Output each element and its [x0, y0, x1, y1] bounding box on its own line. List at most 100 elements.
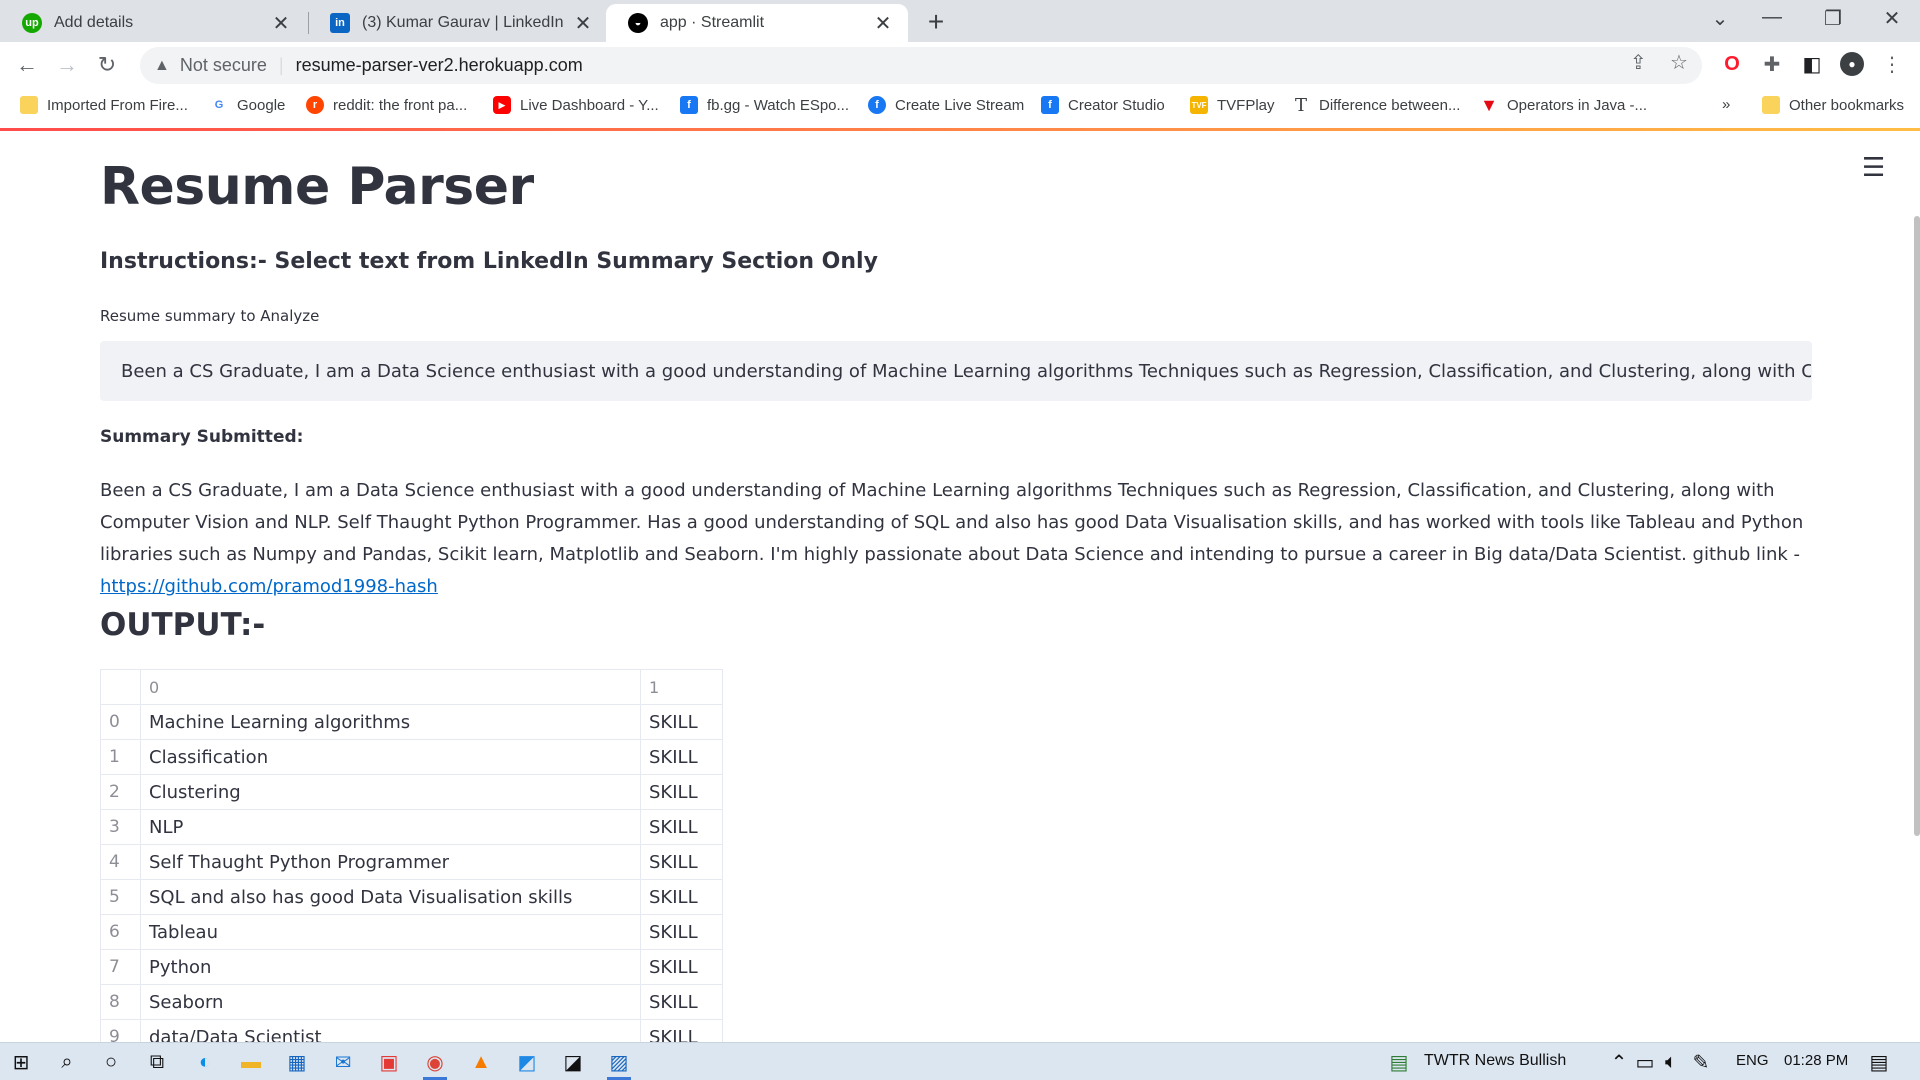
file-explorer-icon[interactable]: ▬ — [238, 1049, 264, 1075]
bookmark-operators-java[interactable]: ▼ Operators in Java -... — [1480, 95, 1647, 115]
reload-button[interactable]: ↻ — [92, 50, 122, 80]
url-text[interactable]: resume-parser-ver2.herokuapp.com — [296, 55, 583, 76]
address-bar[interactable]: ▲ Not secure | resume-parser-ver2.heroku… — [140, 47, 1702, 84]
row-index-cell[interactable]: 5 — [100, 879, 141, 915]
table-row[interactable]: 1 Classification SKILL — [100, 739, 723, 775]
scrollbar[interactable] — [1914, 216, 1920, 836]
github-link[interactable]: https://github.com/pramod1998-hash — [100, 576, 438, 597]
volume-icon[interactable]: 🔈︎ — [1658, 1049, 1684, 1075]
close-icon[interactable]: ✕ — [270, 11, 292, 36]
share-icon[interactable]: ⇪ — [1630, 50, 1647, 75]
row-index-cell[interactable]: 6 — [100, 914, 141, 950]
row-index-cell[interactable]: 1 — [100, 739, 141, 775]
opera-icon[interactable]: O — [1720, 52, 1744, 76]
close-window-button[interactable]: ✕ — [1872, 6, 1912, 31]
entity-cell[interactable]: data/Data Scientist — [140, 1019, 641, 1042]
tab-linkedin[interactable]: in (3) Kumar Gaurav | LinkedIn ✕ — [308, 4, 608, 42]
news-widget[interactable]: TWTR News Bullish — [1424, 1052, 1566, 1070]
chevron-up-icon[interactable]: ⌃ — [1606, 1049, 1632, 1075]
row-index-cell[interactable]: 2 — [100, 774, 141, 810]
entity-cell[interactable]: Clustering — [140, 774, 641, 810]
table-row[interactable]: 7 Python SKILL — [100, 949, 723, 985]
store-icon[interactable]: ▦ — [284, 1049, 310, 1075]
summary-text-input[interactable]: Been a CS Graduate, I am a Data Science … — [100, 341, 1812, 401]
language-indicator[interactable]: ENG — [1736, 1052, 1769, 1069]
cortana-icon[interactable]: ○ — [98, 1049, 124, 1075]
mail-icon[interactable]: ✉ — [330, 1049, 356, 1075]
label-cell[interactable]: SKILL — [640, 879, 723, 915]
notification-icon[interactable]: ▤ — [1866, 1049, 1892, 1075]
sticky-notes-icon[interactable]: ◪ — [560, 1049, 586, 1075]
entity-cell[interactable]: Tableau — [140, 914, 641, 950]
edge-icon[interactable]: ◐ — [192, 1049, 218, 1075]
label-cell[interactable]: SKILL — [640, 984, 723, 1020]
other-bookmarks[interactable]: Other bookmarks — [1762, 96, 1904, 114]
chrome-icon[interactable]: ◉ — [422, 1049, 448, 1080]
row-index-cell[interactable]: 9 — [100, 1019, 141, 1042]
tab-streamlit[interactable]: ◒ app · Streamlit ✕ — [606, 4, 908, 42]
more-bookmarks-button[interactable]: » — [1722, 96, 1730, 113]
label-cell[interactable]: SKILL — [640, 844, 723, 880]
label-cell[interactable]: SKILL — [640, 739, 723, 775]
back-button[interactable]: ← — [12, 50, 42, 80]
entity-cell[interactable]: Python — [140, 949, 641, 985]
entity-cell[interactable]: Self Thaught Python Programmer — [140, 844, 641, 880]
label-cell[interactable]: SKILL — [640, 949, 723, 985]
pen-icon[interactable]: ✎ — [1688, 1049, 1714, 1075]
table-row[interactable]: 4 Self Thaught Python Programmer SKILL — [100, 844, 723, 880]
stock-chart-icon[interactable]: ▤ — [1386, 1049, 1412, 1075]
bookmark-create-live-stream[interactable]: f Create Live Stream — [868, 96, 1024, 114]
clock[interactable]: 01:28 PM — [1784, 1052, 1848, 1069]
row-index-cell[interactable]: 7 — [100, 949, 141, 985]
forward-button[interactable]: → — [52, 50, 82, 80]
label-cell[interactable]: SKILL — [640, 809, 723, 845]
bookmark-fbgg[interactable]: f fb.gg - Watch ESpo... — [680, 96, 849, 114]
close-icon[interactable]: ✕ — [572, 11, 594, 36]
profile-avatar[interactable]: ● — [1840, 52, 1864, 76]
new-tab-button[interactable]: + — [920, 6, 952, 38]
column-header[interactable]: 0 — [140, 669, 641, 705]
row-index-cell[interactable]: 4 — [100, 844, 141, 880]
row-index-cell[interactable]: 3 — [100, 809, 141, 845]
bookmark-imported[interactable]: Imported From Fire... — [20, 96, 188, 114]
extensions-icon[interactable]: ✚ — [1760, 52, 1784, 76]
search-icon[interactable]: ⌕ — [54, 1049, 80, 1075]
bookmark-difference[interactable]: T Difference between... — [1292, 95, 1461, 116]
entity-cell[interactable]: NLP — [140, 809, 641, 845]
table-row[interactable]: 9 data/Data Scientist SKILL — [100, 1019, 723, 1042]
office-icon[interactable]: ▣ — [376, 1049, 402, 1075]
security-status[interactable]: Not secure — [180, 55, 267, 76]
bookmark-reddit[interactable]: r reddit: the front pa... — [306, 96, 467, 114]
table-row[interactable]: 0 Machine Learning algorithms SKILL — [100, 704, 723, 740]
side-panel-icon[interactable]: ◧ — [1800, 52, 1824, 76]
table-row[interactable]: 6 Tableau SKILL — [100, 914, 723, 950]
bookmark-tvfplay[interactable]: TVF TVFPlay — [1190, 96, 1275, 114]
output-dataframe[interactable]: 0 1 0 Machine Learning algorithms SKILL 1 Cl… — [100, 669, 723, 1042]
bookmark-creator-studio[interactable]: f Creator Studio — [1041, 96, 1165, 114]
tab-add-details[interactable]: up Add details ✕ — [0, 4, 306, 42]
table-row[interactable]: 5 SQL and also has good Data Visualisatio… — [100, 879, 723, 915]
close-icon[interactable]: ✕ — [872, 11, 894, 36]
label-cell[interactable]: SKILL — [640, 1019, 723, 1042]
entity-cell[interactable]: Classification — [140, 739, 641, 775]
label-cell[interactable]: SKILL — [640, 914, 723, 950]
bookmark-star-icon[interactable]: ☆ — [1670, 50, 1688, 75]
label-cell[interactable]: SKILL — [640, 704, 723, 740]
column-header[interactable]: 1 — [640, 669, 723, 705]
entity-cell[interactable]: Seaborn — [140, 984, 641, 1020]
restore-button[interactable]: ❐ — [1813, 6, 1853, 31]
tab-search-icon[interactable]: ⌄ — [1700, 6, 1740, 31]
task-view-icon[interactable]: ⧉ — [144, 1049, 170, 1075]
hamburger-menu-icon[interactable]: ☰ — [1862, 153, 1886, 183]
table-row[interactable]: 8 Seaborn SKILL — [100, 984, 723, 1020]
vlc-icon[interactable]: ▲ — [468, 1049, 494, 1075]
windows-start-icon[interactable]: ⊞ — [8, 1049, 34, 1075]
minimize-button[interactable]: — — [1752, 6, 1792, 29]
table-row[interactable]: 2 Clustering SKILL — [100, 774, 723, 810]
entity-cell[interactable]: Machine Learning algorithms — [140, 704, 641, 740]
menu-icon[interactable]: ⋮ — [1880, 52, 1904, 76]
row-index-cell[interactable]: 8 — [100, 984, 141, 1020]
entity-cell[interactable]: SQL and also has good Data Visualisation… — [140, 879, 641, 915]
row-index-cell[interactable]: 0 — [100, 704, 141, 740]
app-icon[interactable]: ◩ — [514, 1049, 540, 1075]
